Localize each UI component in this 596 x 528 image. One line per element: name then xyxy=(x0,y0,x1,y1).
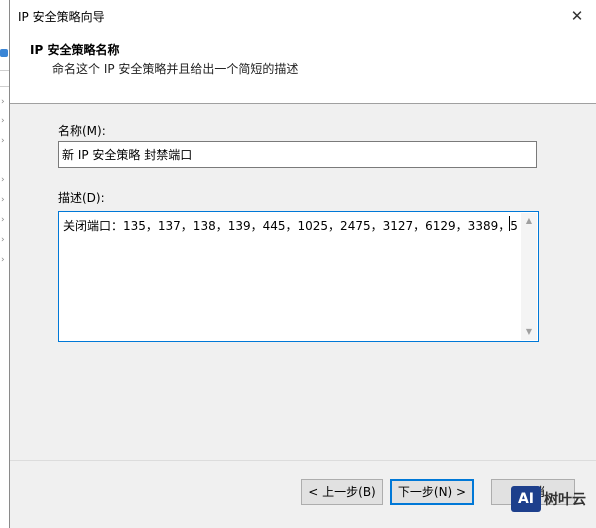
text-caret xyxy=(509,216,510,231)
wizard-header: IP 安全策略名称 命名这个 IP 安全策略并且给出一个简短的描述 xyxy=(10,32,596,104)
title-bar: IP 安全策略向导 ✕ xyxy=(10,0,596,32)
watermark: AI 树叶云 xyxy=(511,484,586,514)
scroll-down-icon[interactable]: ▼ xyxy=(521,324,537,340)
description-textarea[interactable]: 关闭端口：135，137，138，139，445，1025，2475，3127，… xyxy=(58,211,539,342)
chevron-right-icon: › xyxy=(1,235,5,245)
name-label: 名称(M): xyxy=(58,124,106,138)
next-button[interactable]: 下一步(N) > xyxy=(390,479,474,505)
divider xyxy=(0,70,9,71)
chevron-right-icon: › xyxy=(1,136,5,146)
description-label: 描述(D): xyxy=(58,191,105,205)
navigation-icon xyxy=(0,49,8,57)
back-button[interactable]: < 上一步(B) xyxy=(301,479,383,505)
chevron-right-icon: › xyxy=(1,116,5,126)
chevron-right-icon: › xyxy=(1,97,5,107)
chevron-right-icon: › xyxy=(1,215,5,225)
name-input[interactable]: 新 IP 安全策略 封禁端口 xyxy=(58,141,537,168)
scroll-up-icon[interactable]: ▲ xyxy=(521,213,537,229)
watermark-brand: 树叶云 xyxy=(544,492,586,508)
divider xyxy=(0,86,9,87)
close-icon[interactable]: ✕ xyxy=(564,3,590,29)
page-title: IP 安全策略名称 xyxy=(30,43,120,57)
window-title: IP 安全策略向导 xyxy=(18,10,105,24)
footer-divider xyxy=(10,460,596,461)
chevron-right-icon: › xyxy=(1,195,5,205)
page-subtitle: 命名这个 IP 安全策略并且给出一个简短的描述 xyxy=(52,62,299,76)
description-text: 关闭端口：135，137，138，139，445，1025，2475，3127，… xyxy=(63,219,518,233)
wizard-dialog: IP 安全策略向导 ✕ IP 安全策略名称 命名这个 IP 安全策略并且给出一个… xyxy=(9,0,596,528)
chevron-right-icon: › xyxy=(1,255,5,265)
vertical-scrollbar[interactable]: ▲ ▼ xyxy=(521,213,537,340)
watermark-logo: AI xyxy=(511,486,541,512)
chevron-right-icon: › xyxy=(1,175,5,185)
